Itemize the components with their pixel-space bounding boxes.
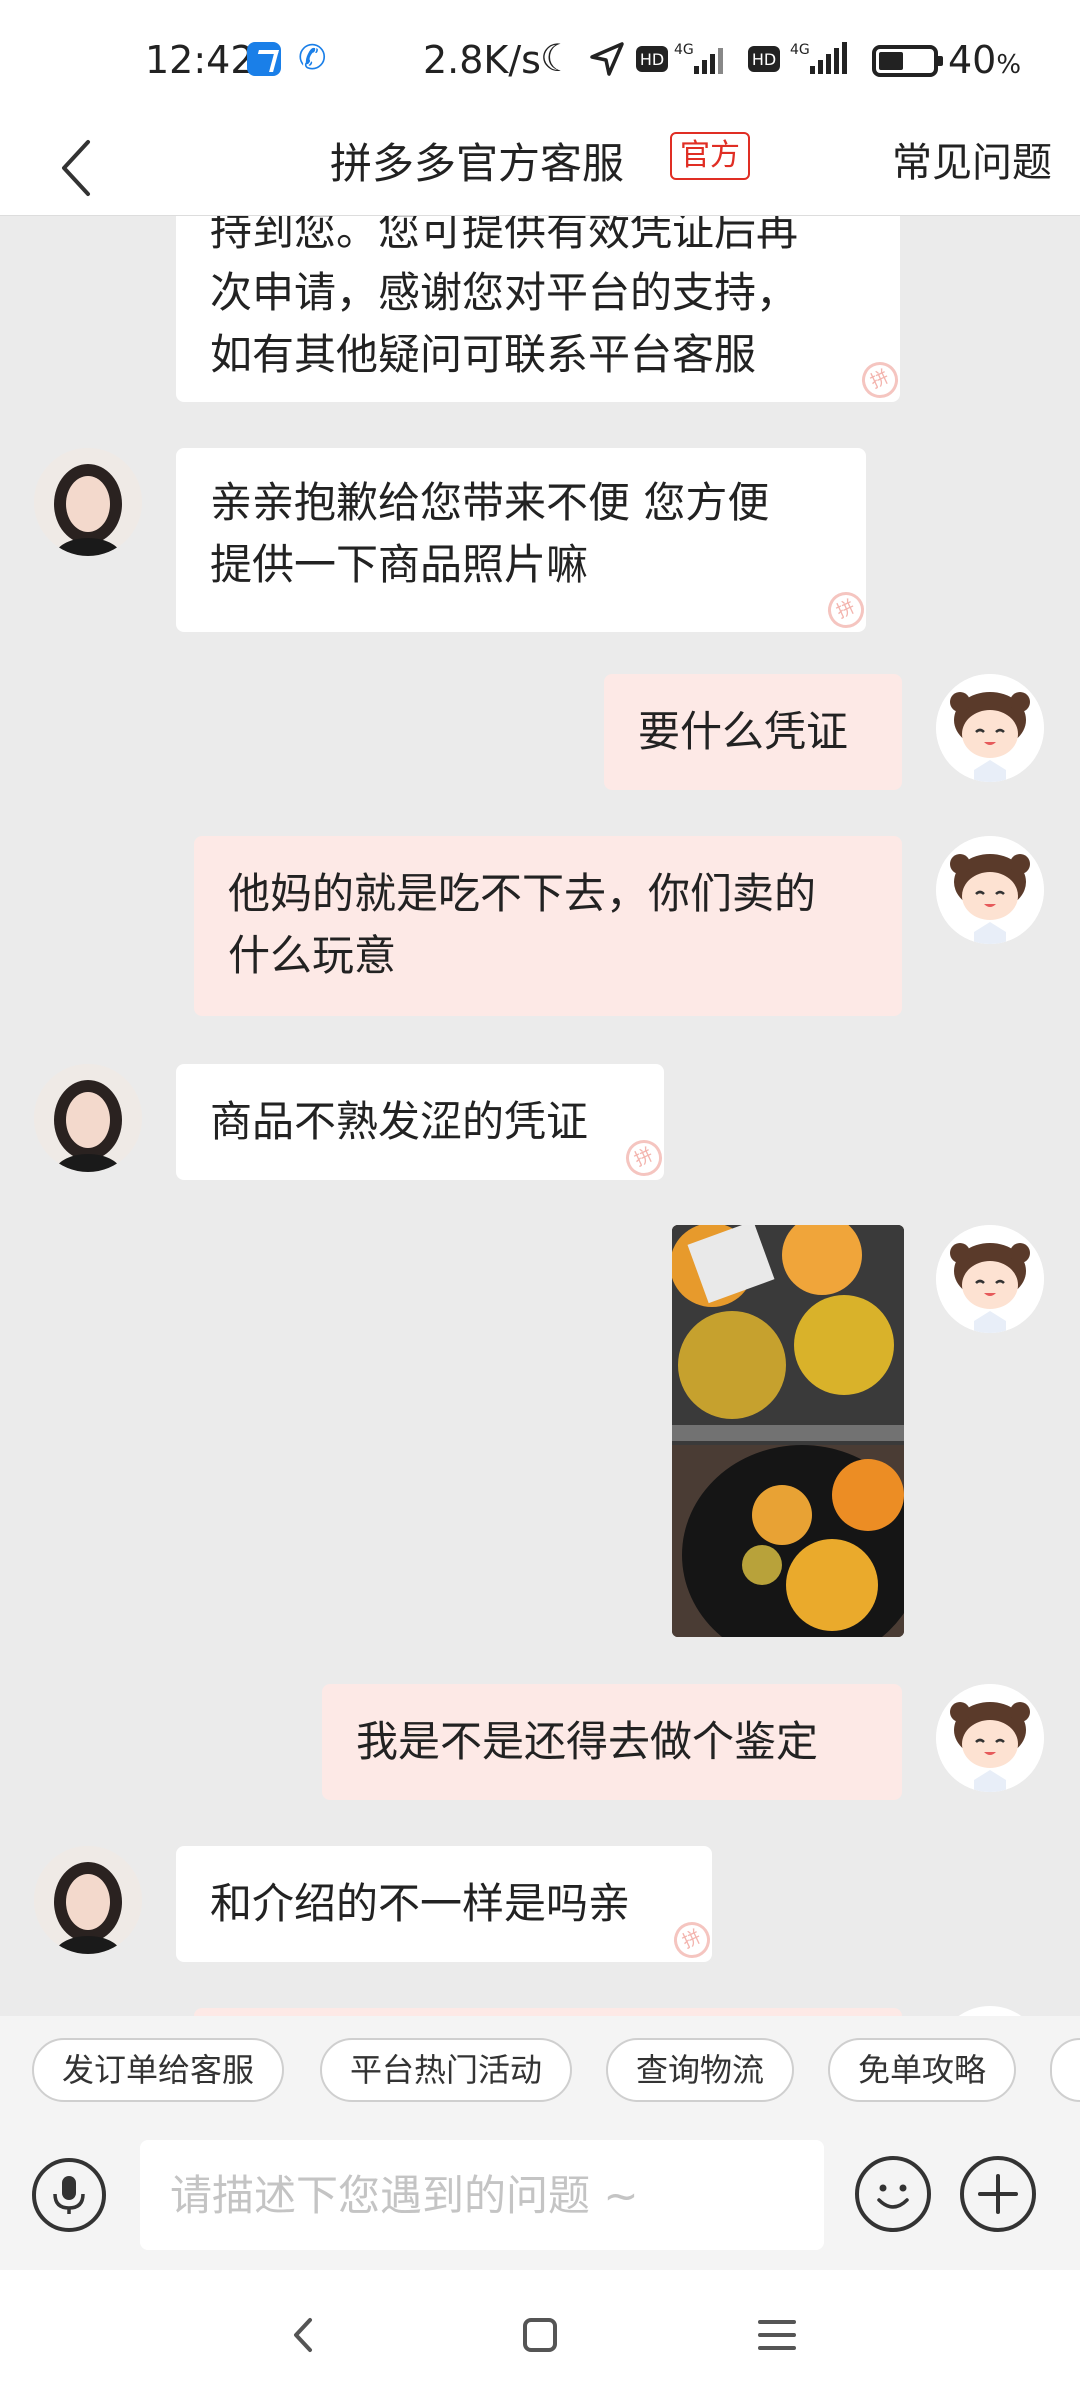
message-line: 和介绍的不一样是吗亲 xyxy=(210,1879,631,1928)
battery-percent: 40% xyxy=(948,38,1022,82)
quick-reply-chip[interactable]: 查询物流 xyxy=(606,2038,795,2102)
agent-message: 持到您。您可提供有效凭证后再 次申请，感谢您对平台的支持， 如有其他疑问可联系平… xyxy=(176,216,904,404)
user-avatar[interactable] xyxy=(936,674,1044,782)
message-line: 我是不是还得去做个鉴定 xyxy=(356,1717,819,1766)
faq-link[interactable]: 常见问题 xyxy=(892,130,1052,188)
user-avatar-partial xyxy=(936,2006,1044,2016)
signal-icon-2: HD 4G xyxy=(748,42,847,74)
page-title: 拼多多官方客服 xyxy=(330,139,625,188)
chevron-left-icon[interactable] xyxy=(48,128,128,208)
hd-label-1: HD xyxy=(640,50,664,69)
message-line: 次申请，感谢您对平台的支持， xyxy=(210,268,799,317)
agent-avatar[interactable] xyxy=(34,448,142,556)
user-message-partial xyxy=(194,2008,902,2016)
nav-back-icon[interactable] xyxy=(268,2300,338,2370)
quick-reply-bar[interactable]: 发订单给客服 平台热门活动 查询物流 免单攻略 xyxy=(0,2016,1080,2126)
message-list[interactable]: 持到您。您可提供有效凭证后再 次申请，感谢您对平台的支持， 如有其他疑问可联系平… xyxy=(0,216,1080,2016)
quick-reply-chip-partial[interactable] xyxy=(1050,2038,1080,2102)
nav-menu-icon[interactable] xyxy=(742,2300,812,2370)
message-line: 商品不熟发涩的凭证 xyxy=(210,1097,589,1146)
quick-reply-chip[interactable]: 发订单给客服 xyxy=(32,2038,285,2102)
user-message: 他妈的就是吃不下去，你们卖的 什么玩意 xyxy=(194,836,902,1016)
message-line: 持到您。您可提供有效凭证后再 xyxy=(210,216,799,255)
mic-icon[interactable] xyxy=(32,2158,106,2232)
user-avatar[interactable] xyxy=(936,836,1044,944)
agent-message: 亲亲抱歉给您带来不便 您方便 提供一下商品照片嘛 拼 xyxy=(176,448,870,634)
user-message: 我是不是还得去做个鉴定 xyxy=(322,1684,902,1800)
system-nav-bar xyxy=(0,2270,1080,2400)
quick-reply-chip[interactable]: 免单攻略 xyxy=(828,2038,1017,2102)
signal-icon-1: HD 4G xyxy=(636,42,723,74)
user-avatar[interactable] xyxy=(936,1684,1044,1792)
battery-icon xyxy=(872,45,943,77)
network-speed: 2.8K/s xyxy=(423,38,541,82)
user-message: 要什么凭证 xyxy=(604,674,902,790)
user-avatar[interactable] xyxy=(936,1225,1044,1333)
location-icon xyxy=(590,42,624,76)
chat-header: 拼多多官方客服 官方 常见问题 xyxy=(0,120,1080,216)
app-notification-icon xyxy=(247,42,281,76)
message-line: 什么玩意 xyxy=(228,931,397,980)
quick-reply-chip[interactable]: 平台热门活动 xyxy=(320,2038,573,2102)
message-line: 提供一下商品照片嘛 xyxy=(210,540,589,589)
phone-icon: ✆ xyxy=(298,38,327,78)
official-badge: 官方 xyxy=(670,132,750,180)
moon-icon: ☾ xyxy=(540,36,575,80)
fruit-photo-message[interactable] xyxy=(672,1225,904,1637)
input-bar xyxy=(0,2126,1080,2270)
message-line: 他妈的就是吃不下去，你们卖的 xyxy=(228,869,817,918)
smiley-icon[interactable] xyxy=(855,2156,931,2232)
message-line: 亲亲抱歉给您带来不便 您方便 xyxy=(210,478,770,527)
message-line: 要什么凭证 xyxy=(638,707,849,756)
status-time: 12:42 xyxy=(145,38,255,82)
message-input[interactable] xyxy=(140,2140,824,2250)
net-type-2: 4G xyxy=(790,42,810,58)
agent-avatar[interactable] xyxy=(34,1064,142,1172)
nav-home-icon[interactable] xyxy=(505,2300,575,2370)
status-bar: 12:42 ✆ 2.8K/s ☾ HD 4G HD 4G 40% xyxy=(0,0,1080,120)
net-type-1: 4G xyxy=(674,42,694,58)
agent-avatar[interactable] xyxy=(34,1846,142,1954)
plus-icon[interactable] xyxy=(960,2156,1036,2232)
hd-label-2: HD xyxy=(752,50,776,69)
agent-message: 商品不熟发涩的凭证 拼 xyxy=(176,1064,668,1182)
message-line: 如有其他疑问可联系平台客服 xyxy=(210,330,757,379)
agent-message: 和介绍的不一样是吗亲 拼 xyxy=(176,1846,716,1964)
